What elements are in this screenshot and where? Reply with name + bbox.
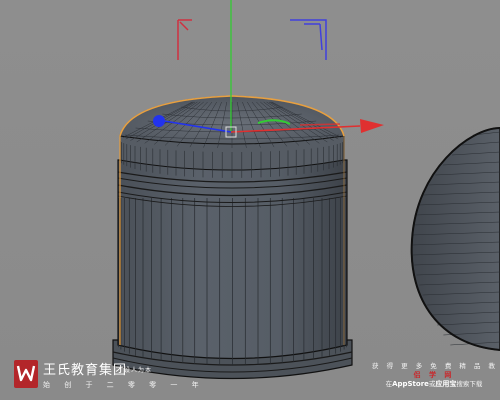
promo-watermark: 获 得 更 多 免 费 精 品 教 程 侣 学 网 在AppStore或应用宝搜… bbox=[372, 362, 500, 394]
promo-line1: 获 得 更 多 免 费 精 品 教 程 bbox=[372, 362, 500, 370]
promo-brand: 侣 学 网 bbox=[413, 371, 455, 379]
promo-app: 应用宝 bbox=[435, 380, 457, 388]
watermark-tag: 设人为本 bbox=[124, 367, 153, 374]
watermark-motto: 始 创 于 二 零 零 一 年 bbox=[43, 381, 205, 389]
secondary-cylinder-object[interactable] bbox=[410, 127, 500, 351]
wangshi-watermark: 王氏教育集团 设人为本 始 创 于 二 零 零 一 年 bbox=[14, 356, 199, 396]
camera-corner-bracket-icon bbox=[177, 19, 327, 60]
viewport-scene[interactable] bbox=[0, 0, 500, 400]
promo-line3: 在AppStore或应用宝搜索下载 bbox=[372, 380, 496, 389]
promo-suffix: 搜索下载 bbox=[456, 380, 483, 388]
3d-viewport[interactable]: 王氏教育集团 设人为本 始 创 于 二 零 零 一 年 获 得 更 多 免 费 … bbox=[0, 0, 500, 400]
watermark-title: 王氏教育集团 bbox=[43, 363, 128, 378]
promo-appstore: AppStore bbox=[392, 380, 429, 388]
cylinder-mesh-object[interactable] bbox=[112, 95, 353, 380]
wangshi-logo-icon bbox=[14, 360, 38, 388]
